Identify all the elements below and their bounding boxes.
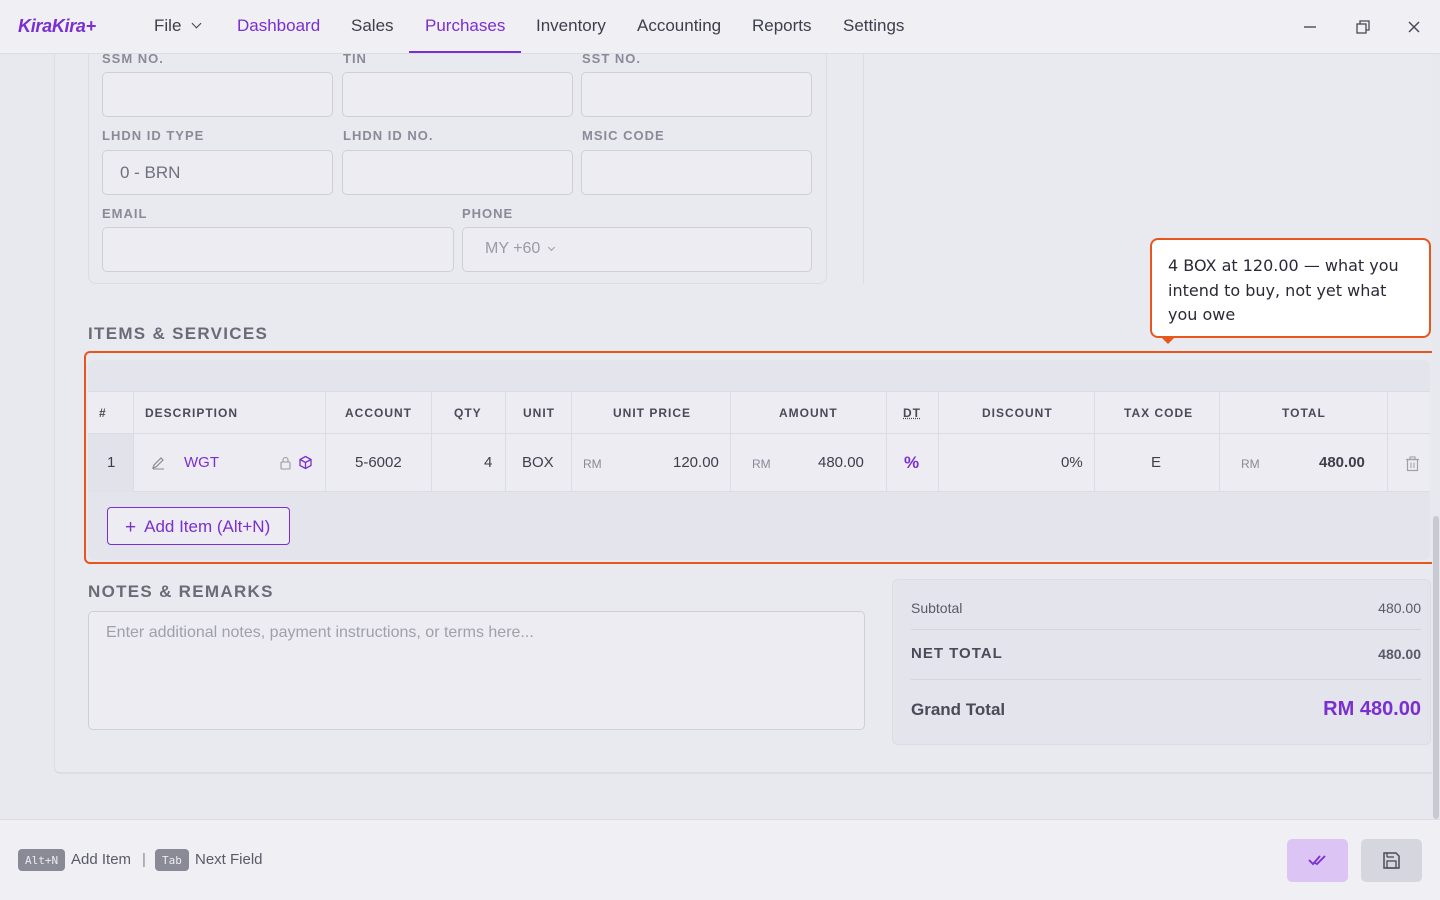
lhdn-type-label: LHDN ID TYPE: [102, 128, 205, 143]
items-section-title: ITEMS & SERVICES: [88, 324, 269, 343]
ssm-field[interactable]: [102, 72, 333, 117]
nav-settings[interactable]: Settings: [843, 16, 904, 36]
phone-label: PHONE: [462, 206, 514, 221]
confirm-button[interactable]: [1287, 839, 1348, 882]
chevron-down-icon: [548, 243, 556, 252]
msic-field[interactable]: [581, 150, 812, 195]
net-total-value: 480.00: [1378, 646, 1421, 662]
ssm-label: SSM NO.: [102, 51, 164, 66]
file-menu-label: File: [154, 16, 182, 35]
file-menu[interactable]: File: [154, 16, 202, 36]
shortcut-hint: Add Item: [71, 851, 132, 868]
subtotal-label: Subtotal: [911, 600, 963, 616]
callout-tooltip: 4 BOX at 120.00 — what you intend to buy…: [1150, 238, 1431, 338]
grand-total-label: Grand Total: [911, 700, 1006, 719]
sst-label: SST NO.: [582, 51, 642, 66]
divider: [863, 54, 864, 284]
active-tab-indicator: [409, 51, 521, 53]
chevron-down-icon: [191, 18, 202, 29]
tin-field[interactable]: [342, 72, 573, 117]
shortcut-key: Alt+N: [18, 849, 66, 871]
phone-field[interactable]: MY +60: [462, 227, 812, 272]
divider: [911, 679, 1421, 680]
lhdn-no-field[interactable]: [342, 150, 573, 195]
subtotal-value: 480.00: [1378, 600, 1421, 616]
restore-icon: [1356, 20, 1370, 34]
close-icon: [1408, 21, 1420, 33]
nav-accounting[interactable]: Accounting: [637, 16, 721, 36]
email-label: EMAIL: [102, 206, 148, 221]
callout-pointer: [1160, 336, 1176, 344]
scrollbar-thumb[interactable]: [1433, 516, 1439, 819]
lhdn-no-label: LHDN ID NO.: [343, 128, 434, 143]
net-total-label: NET TOTAL: [911, 645, 1003, 662]
phone-country-code[interactable]: MY +60: [485, 240, 540, 257]
minimize-icon: [1304, 26, 1316, 28]
nav-dashboard[interactable]: Dashboard: [237, 16, 320, 36]
nav-inventory[interactable]: Inventory: [536, 16, 606, 36]
app-logo[interactable]: KiraKira+: [18, 16, 96, 37]
hint-separator: |: [142, 851, 146, 868]
save-icon: [1383, 852, 1400, 869]
nav-purchases[interactable]: Purchases: [425, 16, 505, 36]
notes-section-title: NOTES & REMARKS: [88, 582, 274, 601]
nav-reports[interactable]: Reports: [752, 16, 812, 36]
shortcut-hint: Next Field: [195, 851, 263, 868]
minimize-button[interactable]: [1297, 14, 1323, 40]
double-check-icon: [1308, 855, 1326, 866]
msic-label: MSIC CODE: [582, 128, 665, 143]
notes-textarea[interactable]: Enter additional notes, payment instruct…: [88, 611, 865, 730]
sst-field[interactable]: [581, 72, 812, 117]
grand-total-value: RM 480.00: [1323, 698, 1421, 720]
close-button[interactable]: [1401, 14, 1427, 40]
divider: [911, 629, 1421, 630]
save-button[interactable]: [1361, 839, 1422, 882]
highlight-box: [84, 351, 1440, 564]
restore-button[interactable]: [1349, 14, 1375, 40]
tin-label: TIN: [343, 51, 367, 66]
lhdn-type-select[interactable]: 0 - BRN: [102, 150, 333, 195]
nav-sales[interactable]: Sales: [351, 16, 394, 36]
email-field[interactable]: [102, 227, 454, 272]
shortcut-key: Tab: [155, 849, 189, 871]
